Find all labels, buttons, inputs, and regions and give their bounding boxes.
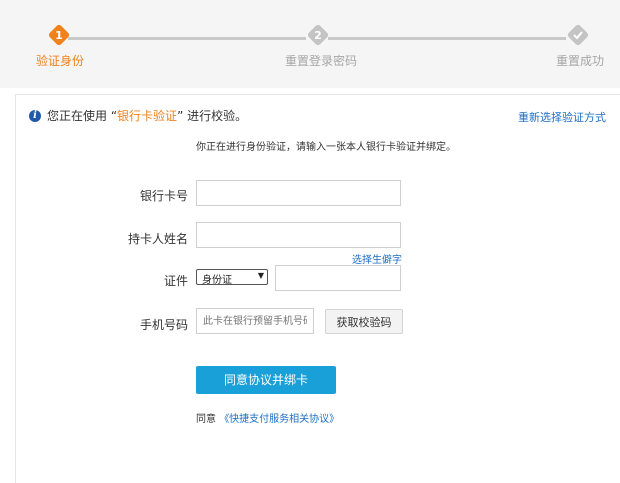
id-number-input[interactable] (275, 265, 401, 291)
phone-label: 手机号码 (139, 318, 188, 332)
notice-suffix: ” 进行校验。 (177, 109, 248, 123)
step-2-number: 2 (314, 29, 322, 42)
get-code-button[interactable]: 获取校验码 (325, 309, 403, 334)
holder-name-input[interactable] (196, 222, 401, 248)
chevron-down-icon: ▼ (257, 271, 264, 280)
rare-character-link[interactable]: 选择生僻字 (352, 251, 402, 266)
notice-prefix: 您正在使用 “ (47, 109, 118, 123)
agree-and-bind-button[interactable]: 同意协议并绑卡 (196, 366, 336, 394)
step-1-label: 验证身份 (36, 54, 85, 68)
verification-notice: i 您正在使用 “银行卡验证” 进行校验。 (29, 107, 247, 124)
phone-input[interactable] (196, 308, 314, 334)
id-type-value: 身份证 (202, 275, 232, 286)
step-connector-1 (68, 37, 306, 40)
card-number-label: 银行卡号 (139, 189, 188, 203)
step-2-label: 重置登录密码 (285, 54, 358, 68)
agreement-link[interactable]: 《快捷支付服务相关协议》 (219, 414, 339, 425)
agreement-prefix: 同意 (196, 414, 216, 425)
reselect-method-link[interactable]: 重新选择验证方式 (518, 109, 606, 125)
step-3-label: 重置成功 (556, 54, 605, 68)
info-icon: i (29, 109, 41, 122)
step-1-number: 1 (55, 29, 63, 42)
step-connector-2 (328, 37, 566, 40)
id-label: 证件 (163, 274, 188, 288)
verification-hint: 你正在进行身份验证，请输入一张本人银行卡验证并绑定。 (196, 142, 456, 153)
card-number-input[interactable] (196, 180, 401, 206)
check-icon (573, 31, 583, 40)
notice-method: 银行卡验证 (117, 109, 178, 123)
id-type-select[interactable]: 身份证 ▼ (196, 269, 268, 286)
agreement-text: 同意 《快捷支付服务相关协议》 (196, 410, 339, 425)
progress-stepper: 1 验证身份 2 重置登录密码 重置成功 (0, 0, 620, 88)
holder-name-label: 持卡人姓名 (127, 232, 188, 246)
